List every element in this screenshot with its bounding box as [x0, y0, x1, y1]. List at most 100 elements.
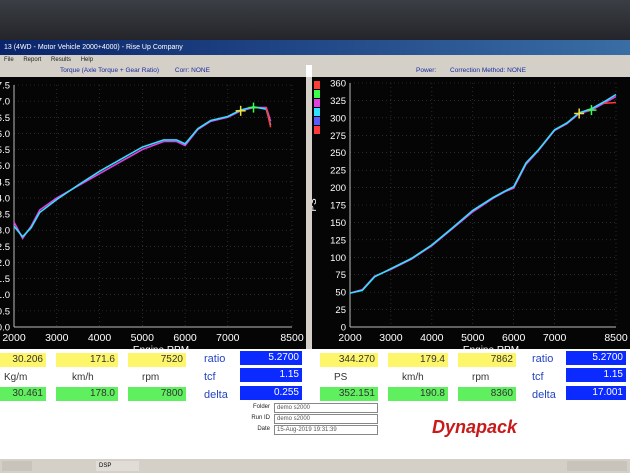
legend-swatch — [314, 108, 320, 116]
app-screen: 13 (4WD - Motor Vehicle 2000+4000) - Ris… — [0, 40, 630, 460]
torque-ytick-label: 5.5 — [0, 145, 10, 156]
taskbar: DSP — [0, 458, 630, 473]
window-titlebar: 13 (4WD - Motor Vehicle 2000+4000) - Ris… — [0, 40, 630, 55]
dynapack-logo: Dynapack — [432, 417, 518, 437]
date-label: Date — [257, 426, 270, 432]
torque-chart-title: Torque (Axle Torque + Gear Ratio) — [60, 67, 160, 74]
monitor-bezel-top — [0, 0, 630, 40]
torque-xtick-label: 3000 — [45, 332, 69, 344]
power-xtick-label: 2000 — [338, 332, 362, 344]
torque-xtick-label: 7000 — [216, 332, 240, 344]
power-ytick-label: 200 — [330, 183, 346, 194]
right-kmh-2: 190.8 — [388, 387, 448, 401]
left-unit-kmh: km/h — [72, 372, 94, 383]
readout-panel: 30.206 171.6 7520 Kg/m km/h rpm 30.461 1… — [0, 349, 630, 401]
torque-ytick-label: 2.0 — [0, 258, 10, 269]
legend-swatch — [314, 126, 320, 134]
torque-ytick-label: 0.0 — [0, 323, 10, 334]
run-info-footer: Folder demo s2000 Run ID demo s2000 Date… — [0, 401, 630, 460]
left-tcf-value: 1.15 — [240, 368, 302, 382]
window-title: 13 (4WD - Motor Vehicle 2000+4000) - Ris… — [4, 44, 183, 51]
power-series-line — [349, 93, 617, 294]
power-ytick-label: 250 — [330, 148, 346, 159]
right-rpm-2: 8360 — [458, 387, 516, 401]
torque-xtick-label: 4000 — [88, 332, 112, 344]
power-chart-title: Power: — [416, 67, 437, 74]
left-delta-value: 0.255 — [240, 386, 302, 400]
power-ytick-label: 175 — [330, 201, 346, 212]
date-field: 15-Aug-2019 19:31:39 — [274, 425, 378, 435]
folder-label: Folder — [252, 404, 270, 410]
torque-ytick-label: 4.0 — [0, 193, 10, 204]
power-xtick-label: 4000 — [420, 332, 444, 344]
right-unit-ps: PS — [334, 372, 348, 383]
power-ytick-label: 225 — [330, 166, 346, 177]
power-series-line — [349, 95, 617, 294]
power-xtick-label: 8500 — [604, 332, 628, 344]
torque-xtick-label: 8500 — [280, 332, 304, 344]
torque-xtick-label: 2000 — [2, 332, 26, 344]
left-tcf-label: tcf — [204, 371, 216, 383]
menu-report[interactable]: Report — [23, 57, 41, 63]
menu-file[interactable]: File — [4, 57, 14, 63]
taskbar-item-dsp[interactable]: DSP — [96, 461, 139, 471]
power-ytick-label: 300 — [330, 113, 346, 124]
left-kmh-1: 171.6 — [56, 353, 118, 367]
torque-ytick-label: 1.5 — [0, 274, 10, 285]
power-ytick-label: 360 — [330, 79, 346, 90]
torque-corr: Corr: NONE — [174, 67, 210, 74]
power-xtick-label: 3000 — [379, 332, 403, 344]
right-delta-label: delta — [532, 389, 556, 401]
menu-results[interactable]: Results — [51, 57, 71, 63]
menu-help[interactable]: Help — [81, 57, 93, 63]
torque-ytick-label: 5.0 — [0, 161, 10, 172]
left-delta-label: delta — [204, 389, 228, 401]
left-rpm-1: 7520 — [128, 353, 186, 367]
power-xtick-label: 5000 — [461, 332, 485, 344]
right-unit-kmh: km/h — [402, 372, 424, 383]
left-kgm-1: 30.206 — [0, 353, 46, 367]
runid-field[interactable]: demo s2000 — [274, 414, 378, 424]
torque-ytick-label: 6.0 — [0, 129, 10, 140]
power-ytick-label: 150 — [330, 218, 346, 229]
power-y-axis-label: PS — [312, 198, 319, 212]
torque-chart-header: Torque (Axle Torque + Gear Ratio) Corr: … — [0, 65, 306, 77]
folder-field[interactable]: demo s2000 — [274, 403, 378, 413]
left-kgm-2: 30.461 — [0, 387, 46, 401]
runid-label: Run ID — [251, 415, 270, 421]
right-ps-2: 352.151 — [320, 387, 378, 401]
power-ytick-label: 125 — [330, 235, 346, 246]
left-unit-kgm: Kg/m — [4, 372, 28, 383]
left-unit-rpm: rpm — [142, 372, 160, 383]
torque-ytick-label: 7.5 — [0, 81, 10, 92]
right-ps-1: 344.270 — [320, 353, 378, 367]
left-ratio-label: ratio — [204, 353, 226, 365]
torque-ytick-label: 6.5 — [0, 113, 10, 124]
power-ytick-label: 50 — [335, 288, 346, 299]
torque-ytick-label: 3.5 — [0, 210, 10, 221]
legend-swatch — [314, 81, 320, 89]
right-ratio-label: ratio — [532, 353, 554, 365]
power-ytick-label: 325 — [330, 96, 346, 107]
power-ytick-label: 25 — [335, 305, 346, 316]
power-chart-header: Power: Correction Method: NONE — [312, 65, 630, 77]
legend-swatch — [314, 90, 320, 98]
torque-ytick-label: 3.0 — [0, 226, 10, 237]
system-tray — [567, 461, 627, 471]
start-button[interactable] — [2, 461, 32, 471]
power-ytick-label: 100 — [330, 253, 346, 264]
power-xtick-label: 6000 — [502, 332, 526, 344]
right-unit-rpm: rpm — [472, 372, 490, 383]
right-rpm-1: 7862 — [458, 353, 516, 367]
power-chart-panel: 2000 3000 4000 5000 6000 7000 8500 0 25 50 75 100 12… — [308, 77, 630, 356]
right-ratio-value: 5.2700 — [566, 351, 626, 365]
torque-ytick-label: 4.5 — [0, 177, 10, 188]
legend-swatch — [314, 99, 320, 107]
torque-ytick-label: 7.0 — [0, 97, 10, 108]
torque-ytick-label: 2.5 — [0, 242, 10, 253]
right-kmh-1: 179.4 — [388, 353, 448, 367]
left-kmh-2: 178.0 — [56, 387, 118, 401]
torque-chart: 2000 3000 4000 5000 6000 7000 8500 0.0 0.5 1.0 1.5… — [0, 81, 304, 357]
legend-swatch — [314, 117, 320, 125]
right-tcf-label: tcf — [532, 371, 544, 383]
